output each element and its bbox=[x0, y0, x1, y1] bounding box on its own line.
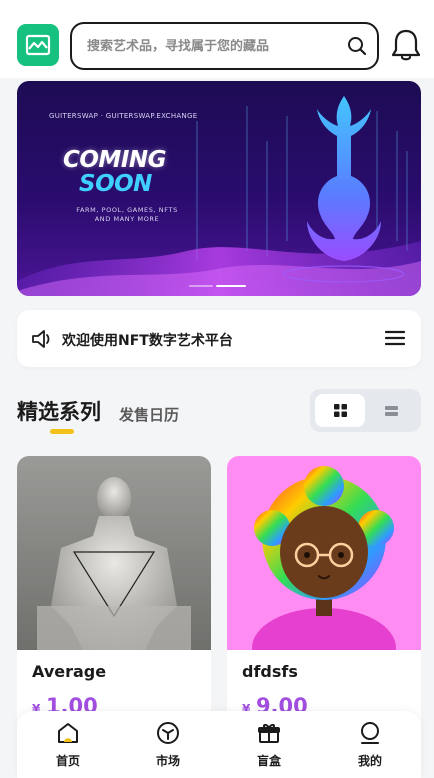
tab-release-calendar[interactable]: 发售日历 bbox=[119, 404, 179, 425]
nft-name: Average bbox=[32, 662, 107, 681]
banner-caption: GUITERSWAP · GUITERSWAP.EXCHANGE bbox=[49, 112, 198, 120]
search-icon[interactable] bbox=[347, 36, 367, 56]
menu-icon[interactable] bbox=[385, 329, 405, 347]
top-bar bbox=[0, 0, 434, 78]
bell-icon[interactable] bbox=[390, 28, 422, 62]
tab-market[interactable]: 市场 bbox=[138, 721, 198, 769]
search-input[interactable] bbox=[87, 38, 337, 54]
nft-image bbox=[17, 456, 211, 650]
tab-home[interactable]: 首页 bbox=[38, 721, 98, 769]
tab-label: 首页 bbox=[55, 754, 80, 768]
carousel-dot[interactable] bbox=[189, 285, 213, 287]
list-view-button[interactable] bbox=[366, 394, 416, 427]
banner-desc-line: FARM, POOL, GAMES, NFTS bbox=[76, 206, 178, 214]
tab-blind-box[interactable]: 盲盒 bbox=[239, 721, 299, 769]
user-icon bbox=[361, 722, 379, 744]
carousel-dot-active[interactable] bbox=[216, 285, 246, 287]
tab-label: 市场 bbox=[155, 754, 180, 768]
speaker-icon bbox=[32, 330, 50, 348]
view-toggle bbox=[310, 389, 421, 432]
grid-icon bbox=[333, 404, 347, 417]
tab-label: 我的 bbox=[357, 754, 382, 768]
grid-view-button[interactable] bbox=[315, 394, 365, 427]
announcement-bar[interactable]: 欢迎使用NFT数字艺术平台 bbox=[17, 310, 421, 367]
banner-headline-soon: SOON bbox=[79, 171, 152, 197]
bottom-tab-bar: 首页 市场 盲盒 我的 bbox=[17, 711, 421, 778]
announcement-text: 欢迎使用NFT数字艺术平台 bbox=[62, 333, 233, 349]
mountain-logo-icon bbox=[25, 34, 51, 56]
tab-label: 盲盒 bbox=[256, 754, 281, 768]
search-bar[interactable] bbox=[70, 22, 379, 70]
app-logo[interactable] bbox=[17, 24, 59, 66]
cube-icon bbox=[157, 722, 179, 744]
tab-profile[interactable]: 我的 bbox=[340, 721, 400, 769]
tab-featured-series[interactable]: 精选系列 bbox=[17, 396, 101, 426]
active-tab-indicator bbox=[50, 429, 74, 434]
gift-icon bbox=[258, 724, 280, 743]
promo-banner[interactable]: GUITERSWAP · GUITERSWAP.EXCHANGE COMING … bbox=[17, 81, 421, 296]
nft-name: dfdsfs bbox=[242, 662, 298, 681]
nft-image bbox=[227, 456, 421, 650]
carousel-indicator bbox=[189, 285, 246, 287]
banner-headline-coming: COMING bbox=[63, 147, 167, 173]
banner-desc-line: AND MANY MORE bbox=[94, 215, 160, 223]
home-icon bbox=[58, 723, 78, 743]
list-icon bbox=[384, 405, 398, 416]
banner-description: FARM, POOL, GAMES, NFTS AND MANY MORE bbox=[57, 206, 197, 224]
